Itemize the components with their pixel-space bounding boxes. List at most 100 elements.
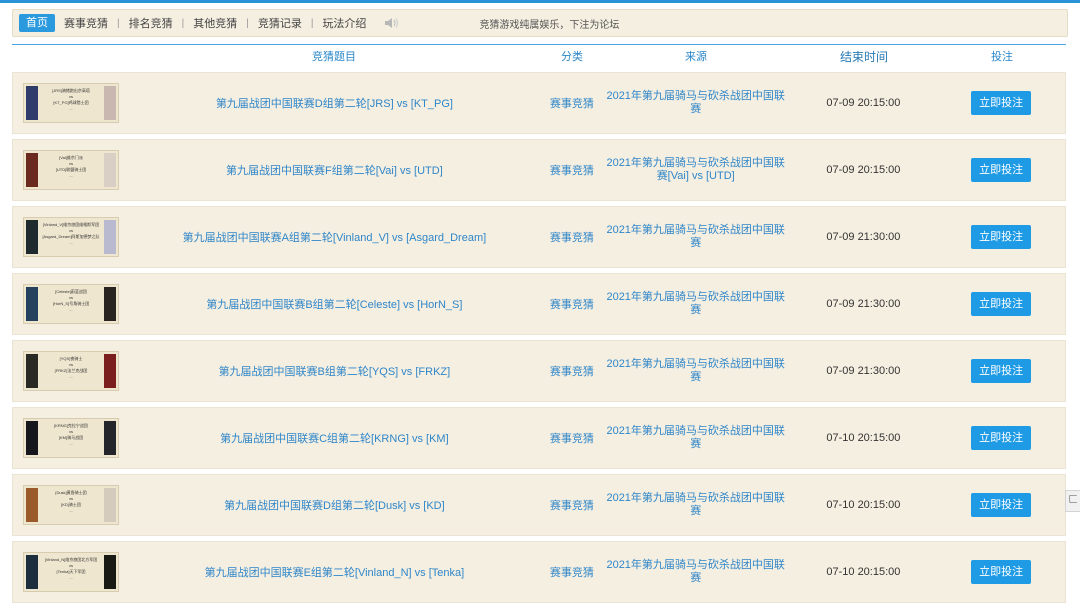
bet-now-button[interactable]: 立即投注 xyxy=(971,560,1032,584)
top-navigation: 首页 赛事竞猜 | 排名竞猜 | 其他竞猜 | 竞猜记录 | 玩法介绍 竞猜游戏… xyxy=(12,9,1068,37)
end-time: 07-10 20:15:00 xyxy=(826,499,901,511)
nav-rules[interactable]: 玩法介绍 xyxy=(313,15,375,31)
match-thumbnail[interactable]: [JRS]骑猪跑出京高塔 vs [KT_PG]鸡球猎士团 ... xyxy=(23,83,119,123)
match-thumbnail[interactable]: [Vai]维京门派 vs [UTD]联盟骑士团 ... xyxy=(23,150,119,190)
match-title-link[interactable]: 第九届战团中国联赛D组第二轮[JRS] vs [KT_PG] xyxy=(127,95,542,111)
match-thumbnail-cell: [Dusk]黄昏骑士团 vs [KD]骑士团 ... xyxy=(13,485,127,525)
thumbnail-line: ... xyxy=(69,173,73,178)
table-row: [KRNG]克拉宁战团 vs [KM]骑马战团 ... 第九届战团中国联赛C组第… xyxy=(12,407,1066,469)
end-time: 07-10 20:15:00 xyxy=(826,566,901,578)
action-cell: 立即投注 xyxy=(937,292,1065,316)
source-link[interactable]: 2021年第九届骑马与砍杀战团中国联赛 xyxy=(602,358,790,384)
source-link[interactable]: 2021年第九届骑马与砍杀战团中国联赛 xyxy=(602,492,790,518)
team-banner-left xyxy=(26,153,38,187)
match-title-link[interactable]: 第九届战团中国联赛F组第二轮[Vai] vs [UTD] xyxy=(127,162,542,178)
thumbnail-caption: [YQS]夜骑士 vs [FRKZ]法兰克战团 ... xyxy=(40,356,102,380)
thumbnail-line: ... xyxy=(69,374,73,379)
table-row: [JRS]骑猪跑出京高塔 vs [KT_PG]鸡球猎士团 ... 第九届战团中国… xyxy=(12,72,1066,134)
match-thumbnail[interactable]: [Celeste]蔚蓝战团 vs [HorN_S]号角骑士团 ... xyxy=(23,284,119,324)
match-thumbnail-cell: [Vinland_N]维京旅团北方军团 vs [Tenka]天下军团 ... xyxy=(13,552,127,592)
bet-now-button[interactable]: 立即投注 xyxy=(971,292,1032,316)
table-row: [Vai]维京门派 vs [UTD]联盟骑士团 ... 第九届战团中国联赛F组第… xyxy=(12,139,1066,201)
match-thumbnail-cell: [KRNG]克拉宁战团 vs [KM]骑马战团 ... xyxy=(13,418,127,458)
thumbnail-line: ... xyxy=(69,575,73,580)
table-header: 竞猜题目 分类 来源 结束时间 投注 xyxy=(12,44,1066,67)
team-banner-right xyxy=(104,220,116,254)
nav-ranking-betting[interactable]: 排名竞猜 xyxy=(120,15,182,31)
bet-now-button[interactable]: 立即投注 xyxy=(971,158,1032,182)
end-time: 07-10 20:15:00 xyxy=(826,432,901,444)
source-link[interactable]: 2021年第九届骑马与砍杀战团中国联赛 xyxy=(602,425,790,451)
team-banner-left xyxy=(26,488,38,522)
match-title-link[interactable]: 第九届战团中国联赛D组第二轮[Dusk] vs [KD] xyxy=(127,497,542,513)
thumbnail-line: ... xyxy=(69,508,73,513)
thumbnail-caption: [Vai]维京门派 vs [UTD]联盟骑士团 ... xyxy=(40,155,102,179)
source-link[interactable]: 2021年第九届骑马与砍杀战团中国联赛 xyxy=(602,291,790,317)
bet-now-button[interactable]: 立即投注 xyxy=(971,359,1032,383)
match-thumbnail[interactable]: [Dusk]黄昏骑士团 vs [KD]骑士团 ... xyxy=(23,485,119,525)
source-link[interactable]: 2021年第九届骑马与砍杀战团中国联赛 xyxy=(602,559,790,585)
source-link[interactable]: 2021年第九届骑马与砍杀战团中国联赛[Vai] vs [UTD] xyxy=(602,157,790,183)
match-thumbnail-cell: [Vinland_V]维京旅团维格斯军团 vs [Asgard_Dream]阿斯… xyxy=(13,217,127,257)
category-link[interactable]: 赛事竞猜 xyxy=(542,564,602,580)
action-cell: 立即投注 xyxy=(937,91,1065,115)
match-thumbnail-cell: [YQS]夜骑士 vs [FRKZ]法兰克战团 ... xyxy=(13,351,127,391)
end-time: 07-09 21:30:00 xyxy=(826,231,901,243)
team-banner-right xyxy=(104,555,116,589)
match-title-link[interactable]: 第九届战团中国联赛A组第二轮[Vinland_V] vs [Asgard_Dre… xyxy=(127,229,542,245)
betting-table: 竞猜题目 分类 来源 结束时间 投注 [JRS]骑猪跑出京高塔 vs [KT_P… xyxy=(12,44,1066,603)
table-row: [Dusk]黄昏骑士团 vs [KD]骑士团 ... 第九届战团中国联赛D组第二… xyxy=(12,474,1066,536)
end-time: 07-09 20:15:00 xyxy=(826,97,901,109)
category-link[interactable]: 赛事竞猜 xyxy=(542,162,602,178)
table-row: [Vinland_N]维京旅团北方军团 vs [Tenka]天下军团 ... 第… xyxy=(12,541,1066,603)
end-time: 07-09 20:15:00 xyxy=(826,164,901,176)
source-link[interactable]: 2021年第九届骑马与砍杀战团中国联赛 xyxy=(602,224,790,250)
match-thumbnail[interactable]: [KRNG]克拉宁战团 vs [KM]骑马战团 ... xyxy=(23,418,119,458)
bet-now-button[interactable]: 立即投注 xyxy=(971,225,1032,249)
category-link[interactable]: 赛事竞猜 xyxy=(542,296,602,312)
table-row: [Vinland_V]维京旅团维格斯军团 vs [Asgard_Dream]阿斯… xyxy=(12,206,1066,268)
match-title-link[interactable]: 第九届战团中国联赛C组第二轮[KRNG] vs [KM] xyxy=(127,430,542,446)
match-thumbnail[interactable]: [YQS]夜骑士 vs [FRKZ]法兰克战团 ... xyxy=(23,351,119,391)
nav-betting-record[interactable]: 竞猜记录 xyxy=(249,15,311,31)
match-thumbnail-cell: [JRS]骑猪跑出京高塔 vs [KT_PG]鸡球猎士团 ... xyxy=(13,83,127,123)
team-banner-left xyxy=(26,86,38,120)
team-banner-left xyxy=(26,354,38,388)
action-cell: 立即投注 xyxy=(937,225,1065,249)
bet-now-button[interactable]: 立即投注 xyxy=(971,493,1032,517)
nav-event-betting[interactable]: 赛事竞猜 xyxy=(55,15,117,31)
thumbnail-line: ... xyxy=(69,441,73,446)
team-banner-left xyxy=(26,220,38,254)
match-thumbnail-cell: [Vai]维京门派 vs [UTD]联盟骑士团 ... xyxy=(13,150,127,190)
category-link[interactable]: 赛事竞猜 xyxy=(542,497,602,513)
thumbnail-line: ... xyxy=(69,106,73,111)
end-time: 07-09 21:30:00 xyxy=(826,365,901,377)
match-thumbnail[interactable]: [Vinland_N]维京旅团北方军团 vs [Tenka]天下军团 ... xyxy=(23,552,119,592)
table-row: [Celeste]蔚蓝战团 vs [HorN_S]号角骑士团 ... 第九届战团… xyxy=(12,273,1066,335)
match-thumbnail-cell: [Celeste]蔚蓝战团 vs [HorN_S]号角骑士团 ... xyxy=(13,284,127,324)
thumbnail-caption: [Vinland_V]维京旅团维格斯军团 vs [Asgard_Dream]阿斯… xyxy=(40,222,102,246)
collapse-icon[interactable]: ㄈ xyxy=(1065,490,1080,512)
team-banner-left xyxy=(26,287,38,321)
category-link[interactable]: 赛事竞猜 xyxy=(542,430,602,446)
match-thumbnail[interactable]: [Vinland_V]维京旅团维格斯军团 vs [Asgard_Dream]阿斯… xyxy=(23,217,119,257)
header-title: 竞猜题目 xyxy=(312,51,356,63)
category-link[interactable]: 赛事竞猜 xyxy=(542,95,602,111)
bet-now-button[interactable]: 立即投注 xyxy=(971,91,1032,115)
match-title-link[interactable]: 第九届战团中国联赛B组第二轮[YQS] vs [FRKZ] xyxy=(127,363,542,379)
match-title-link[interactable]: 第九届战团中国联赛E组第二轮[Vinland_N] vs [Tenka] xyxy=(127,564,542,580)
category-link[interactable]: 赛事竞猜 xyxy=(542,363,602,379)
category-link[interactable]: 赛事竞猜 xyxy=(542,229,602,245)
header-end-time: 结束时间 xyxy=(839,49,888,64)
bet-now-button[interactable]: 立即投注 xyxy=(971,426,1032,450)
nav-home[interactable]: 首页 xyxy=(19,14,55,32)
thumbnail-line: ... xyxy=(69,307,73,312)
team-banner-right xyxy=(104,354,116,388)
nav-other-betting[interactable]: 其他竞猜 xyxy=(184,15,246,31)
speaker-icon[interactable] xyxy=(383,16,401,30)
action-cell: 立即投注 xyxy=(937,493,1065,517)
match-title-link[interactable]: 第九届战团中国联赛B组第二轮[Celeste] vs [HorN_S] xyxy=(127,296,542,312)
thumbnail-caption: [JRS]骑猪跑出京高塔 vs [KT_PG]鸡球猎士团 ... xyxy=(40,88,102,112)
thumbnail-line: ... xyxy=(69,240,73,245)
source-link[interactable]: 2021年第九届骑马与砍杀战团中国联赛 xyxy=(602,90,790,116)
